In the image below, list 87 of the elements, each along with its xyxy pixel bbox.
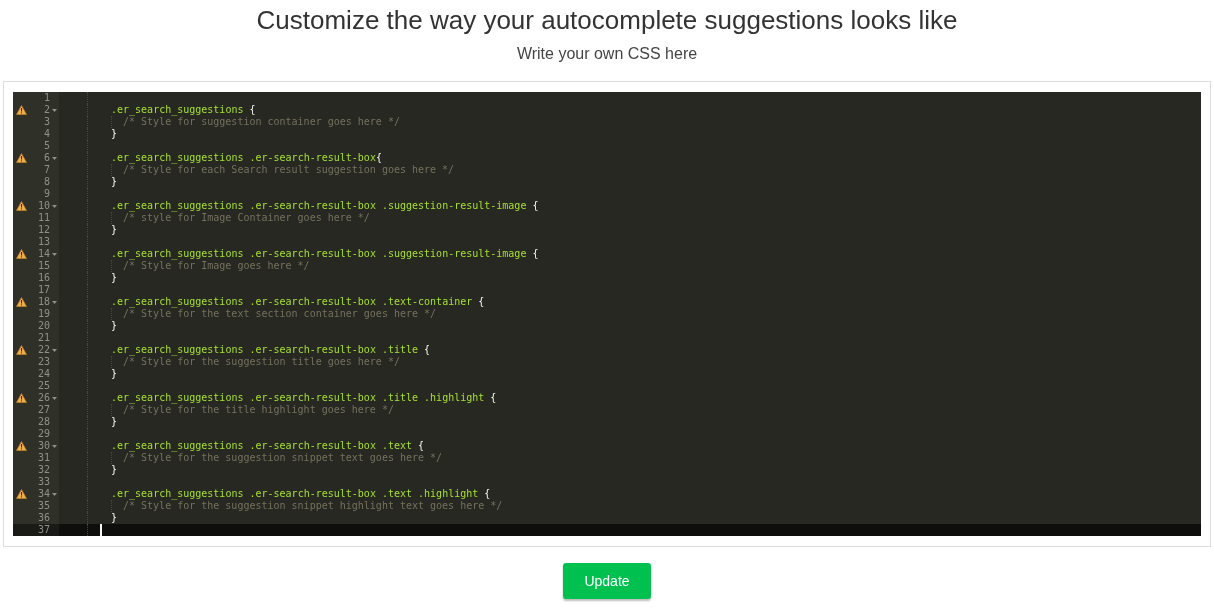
line-number: 7 [43, 164, 50, 176]
page-title: Customize the way your autocomplete suggestions looks like [256, 4, 958, 36]
line-number: 5 [43, 140, 50, 152]
line-number: 1 [43, 92, 50, 104]
brace: } [111, 512, 118, 524]
brace: { [424, 344, 431, 356]
text-cursor [100, 524, 102, 536]
line-number: 21 [37, 332, 50, 344]
brace: } [111, 320, 118, 332]
code-comment: /* Style for the suggestion snippet text goes here */ [123, 452, 443, 464]
code-comment: /* Style for Image goes here */ [123, 260, 310, 272]
brace: { [532, 200, 539, 212]
line-number: 6 [43, 152, 50, 164]
code-text: .er_search_suggestions [111, 104, 245, 116]
brace: { [375, 152, 382, 164]
code-text: .er_search_suggestions .er-search-result-box .suggestion-result-image [111, 248, 528, 260]
line-number: 9 [43, 188, 50, 200]
code-comment: /* Style for suggestion container goes here */ [123, 116, 400, 128]
code-comment: /* Style for each Search result suggestion goes here */ [123, 164, 455, 176]
fold-icon[interactable] [52, 349, 57, 352]
brace: } [111, 416, 118, 428]
line-number: 12 [37, 224, 50, 236]
code-editor[interactable] [13, 92, 1201, 536]
line-number: 3 [43, 116, 50, 128]
page-subtitle: Write your own CSS here [516, 44, 698, 64]
brace: } [111, 464, 118, 476]
code-text: .er_search_suggestions .er-search-result-box [111, 152, 376, 164]
fold-icon[interactable] [52, 253, 57, 256]
line-number: 35 [37, 500, 50, 512]
line-number: 14 [37, 248, 50, 260]
line-number: 18 [37, 296, 50, 308]
line-number: 22 [37, 344, 50, 356]
line-number: 11 [37, 212, 50, 224]
brace: } [111, 272, 118, 284]
fold-icon[interactable] [52, 109, 57, 112]
code-comment: /* Style for the suggestion snippet highlight text goes here */ [123, 500, 503, 512]
code-comment: /* Style for the text section container goes here */ [123, 308, 437, 320]
brace: { [249, 104, 256, 116]
brace: } [111, 224, 118, 236]
line-number: 20 [37, 320, 50, 332]
code-text: .er_search_suggestions .er-search-result-box .text [111, 440, 414, 452]
line-number: 34 [37, 488, 50, 500]
code-text: .er_search_suggestions .er-search-result-box .title .highlight [111, 392, 486, 404]
code-text: .er_search_suggestions .er-search-result-box .title [111, 344, 420, 356]
line-number: 27 [37, 404, 50, 416]
code-comment: /* style for Image Container goes here */ [123, 212, 370, 224]
brace: { [490, 392, 497, 404]
line-number: 30 [37, 440, 50, 452]
line-number: 36 [37, 512, 50, 524]
code-comment: /* Style for the title highlight goes here */ [123, 404, 394, 416]
fold-icon[interactable] [52, 493, 57, 496]
fold-icon[interactable] [52, 157, 57, 160]
fold-icon[interactable] [52, 397, 57, 400]
line-number: 16 [37, 272, 50, 284]
line-number: 4 [43, 128, 50, 140]
code-text: .er_search_suggestions .er-search-result-box .text-container [111, 296, 474, 308]
line-number: 17 [37, 284, 50, 296]
line-number: 19 [37, 308, 50, 320]
line-number: 32 [37, 464, 50, 476]
brace: { [418, 440, 425, 452]
line-number: 28 [37, 416, 50, 428]
brace: } [111, 176, 118, 188]
line-number: 15 [37, 260, 50, 272]
fold-icon[interactable] [52, 301, 57, 304]
update-button[interactable]: Update [563, 563, 651, 599]
line-number: 13 [37, 236, 50, 248]
code-text: .er_search_suggestions .er-search-result-box .suggestion-result-image [111, 200, 528, 212]
brace: } [111, 368, 118, 380]
line-number: 33 [37, 476, 50, 488]
line-number: 23 [37, 356, 50, 368]
brace: } [111, 128, 118, 140]
line-number: 24 [37, 368, 50, 380]
line-number: 25 [37, 380, 50, 392]
line-number: 31 [37, 452, 50, 464]
brace: { [484, 488, 491, 500]
fold-icon[interactable] [52, 445, 57, 448]
brace: { [532, 248, 539, 260]
line-number: 26 [37, 392, 50, 404]
line-number: 10 [37, 200, 50, 212]
line-number: 37 [37, 524, 50, 536]
fold-icon[interactable] [52, 205, 57, 208]
line-number: 29 [37, 428, 50, 440]
code-text: .er_search_suggestions .er-search-result-box .text .highlight [111, 488, 480, 500]
code-comment: /* Style for the suggestion title goes here */ [123, 356, 400, 368]
line-number: 8 [43, 176, 50, 188]
brace: { [478, 296, 485, 308]
line-number: 2 [43, 104, 50, 116]
